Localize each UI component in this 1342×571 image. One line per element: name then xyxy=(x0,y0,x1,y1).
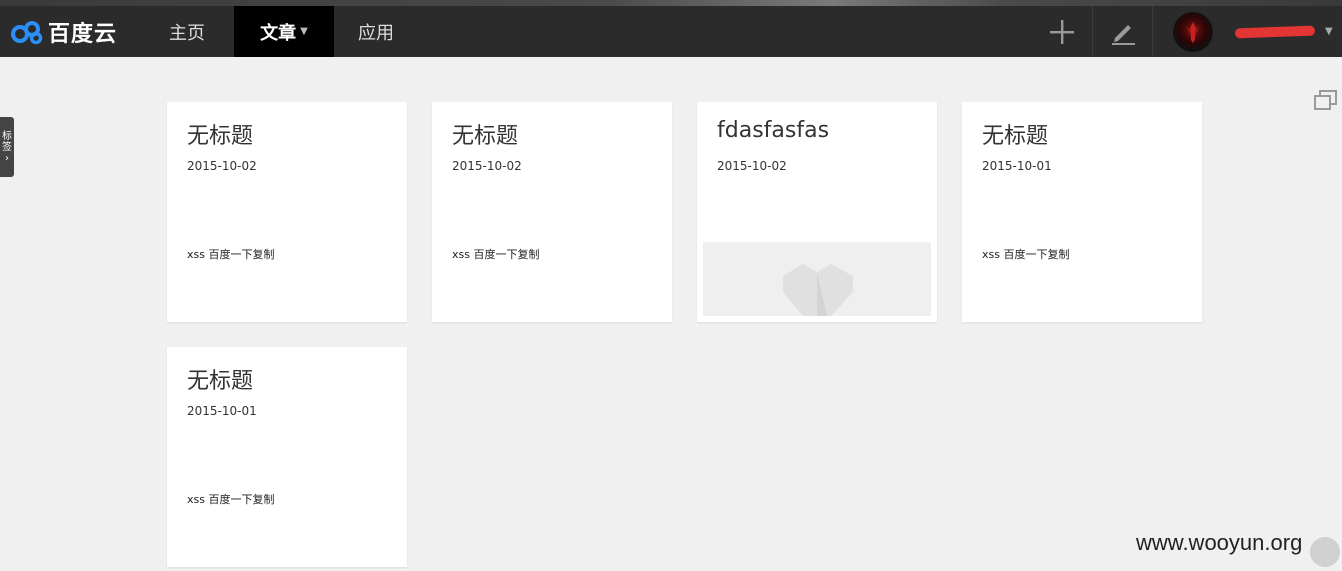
nav-articles[interactable]: 文章 ▼ xyxy=(234,6,334,57)
username-redacted[interactable] xyxy=(1234,25,1316,39)
card-date: 2015-10-01 xyxy=(187,404,257,418)
card-date: 2015-10-02 xyxy=(187,159,257,173)
brand-name: 百度云 xyxy=(48,21,118,47)
write-button[interactable] xyxy=(1092,6,1152,57)
nav-apps-label: 应用 xyxy=(358,22,394,44)
watermark: www.wooyun.org xyxy=(1136,530,1303,555)
card-excerpt: xss 百度一下复制 xyxy=(187,248,275,261)
horde-emblem-icon xyxy=(1187,21,1199,43)
add-button[interactable] xyxy=(1032,6,1092,57)
redaction-mark xyxy=(1234,25,1316,38)
article-card[interactable]: 无标题 2015-10-02 xss 百度一下复制 xyxy=(432,102,672,322)
plus-icon xyxy=(1050,19,1074,44)
user-menu[interactable]: ▼ xyxy=(1152,6,1342,57)
nav-right-tools: ▼ xyxy=(1032,6,1342,57)
card-date: 2015-10-01 xyxy=(982,159,1052,173)
baidu-cloud-logo-icon xyxy=(11,20,43,44)
card-title[interactable]: 无标题 xyxy=(187,118,253,150)
chevron-down-icon[interactable]: ▼ xyxy=(1325,26,1333,37)
card-date: 2015-10-02 xyxy=(717,159,787,173)
scroll-to-top-button[interactable] xyxy=(1310,537,1340,567)
article-card[interactable]: 无标题 2015-10-01 xss 百度一下复制 xyxy=(962,102,1202,322)
card-title[interactable]: fdasfasfas xyxy=(717,118,829,143)
card-title[interactable]: 无标题 xyxy=(982,118,1048,150)
card-title[interactable]: 无标题 xyxy=(187,363,253,395)
article-card[interactable]: 无标题 2015-10-01 xss 百度一下复制 xyxy=(167,347,407,567)
side-tags-tab[interactable]: 标 签 › xyxy=(0,117,14,177)
nav-articles-label: 文章 xyxy=(260,22,297,44)
window-restore-icon[interactable] xyxy=(1313,88,1339,112)
side-tab-label-2: 签 xyxy=(2,141,12,153)
article-card[interactable]: 无标题 2015-10-02 xss 百度一下复制 xyxy=(167,102,407,322)
card-thumbnail xyxy=(703,242,931,316)
nav-apps[interactable]: 应用 xyxy=(334,6,418,57)
card-excerpt: xss 百度一下复制 xyxy=(982,248,1070,261)
article-card[interactable]: fdasfasfas 2015-10-02 xyxy=(697,102,937,322)
nav-home[interactable]: 主页 xyxy=(140,6,234,57)
card-excerpt: xss 百度一下复制 xyxy=(187,493,275,506)
nav-home-label: 主页 xyxy=(169,22,205,44)
top-navbar: 百度云 主页 文章 ▼ 应用 ▼ xyxy=(0,6,1342,57)
image-placeholder-icon xyxy=(783,264,853,316)
pencil-icon xyxy=(1111,24,1135,45)
card-excerpt: xss 百度一下复制 xyxy=(452,248,540,261)
chevron-right-icon: › xyxy=(5,152,9,164)
side-tab-label-1: 标 xyxy=(2,130,12,142)
card-date: 2015-10-02 xyxy=(452,159,522,173)
brand-logo[interactable]: 百度云 xyxy=(0,6,140,57)
avatar[interactable] xyxy=(1173,11,1213,52)
card-title[interactable]: 无标题 xyxy=(452,118,518,150)
chevron-down-icon: ▼ xyxy=(300,26,308,37)
